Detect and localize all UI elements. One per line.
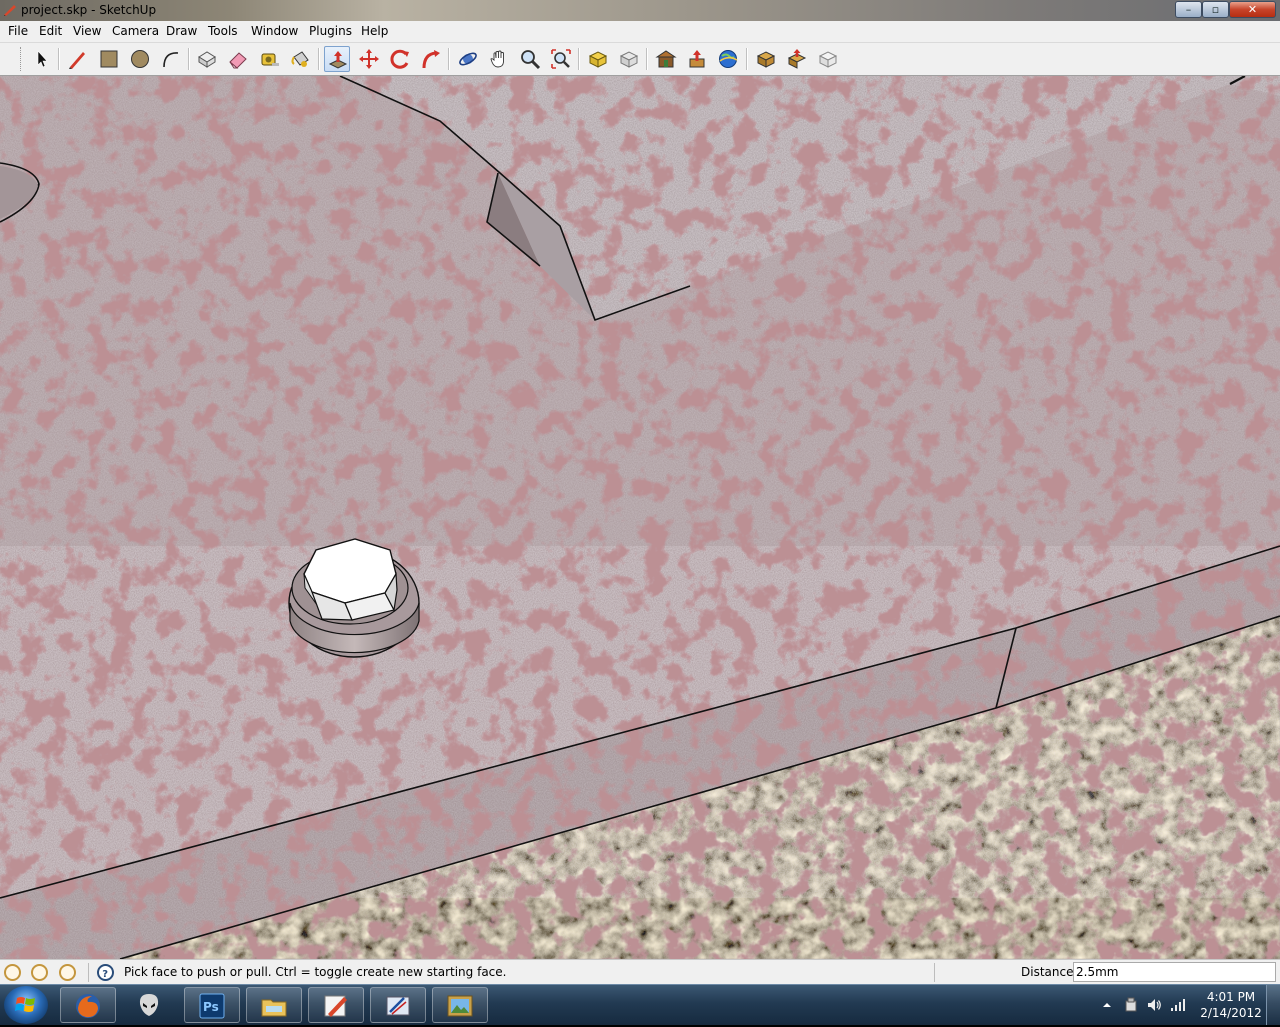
- help-icon[interactable]: ?: [97, 964, 114, 981]
- get-models-icon[interactable]: [753, 46, 779, 72]
- share-model-icon[interactable]: [684, 46, 710, 72]
- picture-icon: [447, 995, 473, 1017]
- menu-tools[interactable]: Tools: [208, 24, 238, 38]
- show-desktop-button[interactable]: [1266, 985, 1280, 1025]
- toolbar-separator: [188, 48, 190, 70]
- circle-tool-icon[interactable]: [127, 46, 153, 72]
- taskbar-sketchup[interactable]: [308, 987, 364, 1023]
- taskbar-alien-app[interactable]: [122, 987, 178, 1023]
- taskbar: Ps 4:01 PM 2/14/2012: [0, 984, 1280, 1025]
- user-icon[interactable]: [59, 964, 76, 981]
- svg-text:?: ?: [102, 969, 108, 979]
- alien-icon: [139, 994, 159, 1016]
- firefox-icon: [76, 994, 100, 1018]
- menu-window[interactable]: Window: [251, 24, 298, 38]
- warehouse-icon[interactable]: [653, 46, 679, 72]
- show-hidden-icons-icon[interactable]: [1102, 1000, 1112, 1010]
- sketchup-app-icon[interactable]: [3, 3, 17, 17]
- status-divider: [88, 963, 89, 982]
- tape-measure-icon[interactable]: [256, 46, 282, 72]
- eraser-icon[interactable]: [225, 46, 251, 72]
- clock-date[interactable]: 2/14/2012: [1200, 1006, 1262, 1020]
- menu-file[interactable]: File: [8, 24, 28, 38]
- close-button[interactable]: ✕: [1229, 1, 1276, 18]
- menu-plugins[interactable]: Plugins: [309, 24, 352, 38]
- menu-edit[interactable]: Edit: [39, 24, 62, 38]
- measurements-field[interactable]: [1073, 962, 1276, 982]
- measurement-label: Distance: [1021, 965, 1074, 979]
- taskbar-firefox[interactable]: [60, 987, 116, 1023]
- maximize-button[interactable]: ▫: [1202, 1, 1229, 18]
- select-tool-icon[interactable]: [28, 46, 54, 72]
- clock-time[interactable]: 4:01 PM: [1200, 990, 1262, 1004]
- title-bar: project.skp - SketchUp – ▫ ✕: [0, 0, 1280, 22]
- next-view-icon[interactable]: [616, 46, 642, 72]
- status-bar: ? Pick face to push or pull. Ctrl = togg…: [0, 959, 1280, 985]
- zoom-extents-icon[interactable]: [548, 46, 574, 72]
- menu-draw[interactable]: Draw: [166, 24, 197, 38]
- toolbar-grip[interactable]: [20, 47, 24, 71]
- previous-view-icon[interactable]: [585, 46, 611, 72]
- taskbar-drawing-app[interactable]: [370, 987, 426, 1023]
- toolbar-separator: [646, 48, 648, 70]
- toolbar-separator: [318, 48, 320, 70]
- main-toolbar: [0, 43, 1280, 76]
- menu-camera[interactable]: Camera: [112, 24, 159, 38]
- drawing-area[interactable]: [0, 76, 1280, 959]
- volume-icon[interactable]: [1146, 997, 1162, 1013]
- start-button[interactable]: [4, 986, 48, 1024]
- toolbar-separator: [58, 48, 60, 70]
- line-tool-icon[interactable]: [64, 46, 90, 72]
- move-icon[interactable]: [356, 46, 382, 72]
- folder-icon: [261, 999, 287, 1017]
- credits-icon[interactable]: [31, 964, 48, 981]
- paint-bucket-icon[interactable]: [287, 46, 313, 72]
- usb-device-icon[interactable]: [1123, 997, 1139, 1013]
- sketchup-icon: [324, 995, 347, 1017]
- taskbar-explorer[interactable]: [246, 987, 302, 1023]
- arc-tool-icon[interactable]: [158, 46, 184, 72]
- geo-location-icon[interactable]: [4, 964, 21, 981]
- status-message: Pick face to push or pull. Ctrl = toggle…: [124, 965, 507, 979]
- zoom-icon[interactable]: [517, 46, 543, 72]
- component-options-icon[interactable]: [815, 46, 841, 72]
- minimize-button[interactable]: –: [1175, 1, 1202, 18]
- svg-text:Ps: Ps: [203, 1000, 219, 1014]
- pan-icon[interactable]: [486, 46, 512, 72]
- rotate-icon[interactable]: [387, 46, 413, 72]
- orbit-icon[interactable]: [455, 46, 481, 72]
- toolbar-separator: [746, 48, 748, 70]
- photoshop-icon: Ps: [199, 993, 225, 1019]
- taskbar-image-viewer[interactable]: [432, 987, 488, 1023]
- make-component-icon[interactable]: [194, 46, 220, 72]
- status-divider: [934, 963, 935, 982]
- menu-view[interactable]: View: [73, 24, 101, 38]
- drawing-app-icon: [386, 996, 410, 1016]
- menu-bar: File Edit View Camera Draw Tools Window …: [0, 21, 1280, 43]
- window-title: project.skp - SketchUp: [21, 3, 157, 17]
- google-earth-icon[interactable]: [715, 46, 741, 72]
- menu-help[interactable]: Help: [361, 24, 388, 38]
- taskbar-photoshop[interactable]: Ps: [184, 987, 240, 1023]
- push-pull-icon[interactable]: [324, 46, 350, 72]
- share-component-icon[interactable]: [784, 46, 810, 72]
- follow-me-icon[interactable]: [418, 46, 444, 72]
- toolbar-separator: [578, 48, 580, 70]
- toolbar-separator: [448, 48, 450, 70]
- windows-logo-icon: [15, 997, 35, 1012]
- rectangle-tool-icon[interactable]: [96, 46, 122, 72]
- network-signal-icon[interactable]: [1170, 997, 1186, 1013]
- model-scene[interactable]: [0, 76, 1280, 959]
